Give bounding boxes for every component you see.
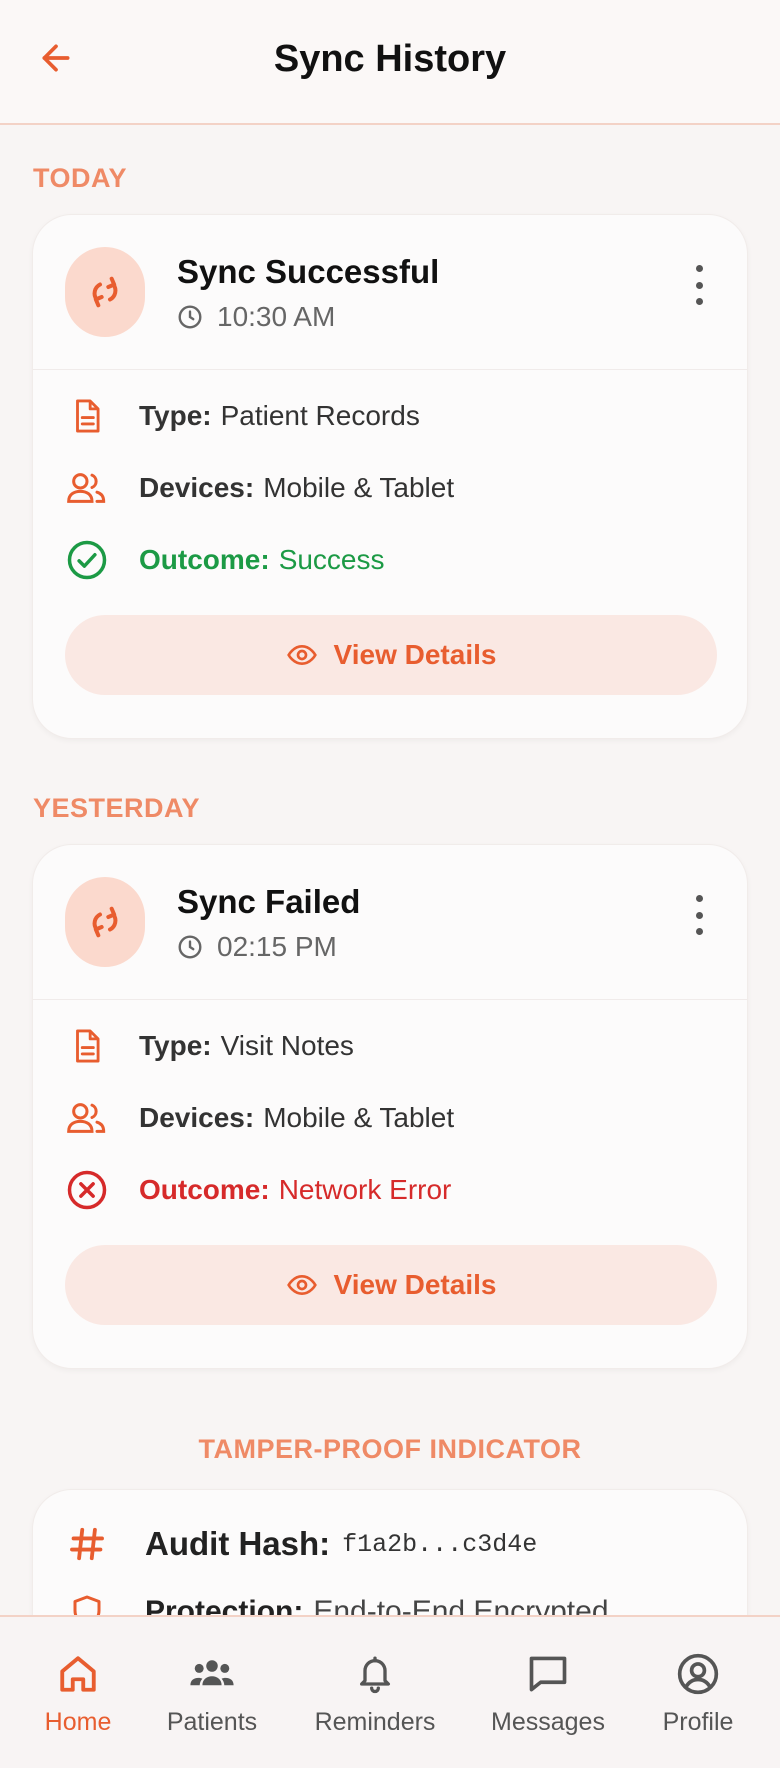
hash-icon (65, 1522, 109, 1566)
bell-icon (351, 1650, 399, 1698)
type-value: Patient Records (220, 400, 420, 431)
card-title: Sync Failed (177, 883, 361, 920)
time-text: 02:15 PM (217, 931, 337, 962)
time-text: 10:30 AM (217, 301, 336, 332)
devices-value: Mobile & Tablet (263, 472, 455, 503)
section-label-today: TODAY (33, 163, 128, 193)
protection-value: End-to-End Encrypted (313, 1595, 609, 1615)
view-details-label: View Details (333, 1269, 497, 1300)
eye-icon (286, 644, 317, 666)
nav-label: Messages (491, 1708, 605, 1736)
nav-home[interactable]: Home (18, 1617, 138, 1768)
nav-label: Reminders (314, 1708, 436, 1736)
users-icon (65, 1096, 109, 1140)
outcome-row: Outcome: Success (65, 535, 385, 585)
type-row: Type: Visit Notes (65, 1021, 354, 1071)
sync-icon (65, 877, 145, 967)
devices-value: Mobile & Tablet (263, 1102, 455, 1133)
sync-card-success: Sync Successful 10:30 AM Type: Patient R… (32, 214, 748, 739)
outcome-value: Success (278, 544, 385, 575)
view-details-label: View Details (333, 639, 497, 670)
users-icon (188, 1650, 236, 1698)
devices-label: Devices: (139, 1102, 255, 1133)
nav-label: Home (44, 1708, 112, 1736)
view-details-button[interactable]: View Details (65, 615, 717, 695)
protection-label: Protection: (145, 1595, 304, 1615)
card-header: Sync Failed 02:15 PM (33, 845, 747, 1000)
document-icon (65, 394, 109, 438)
chat-icon (524, 1650, 572, 1698)
tamper-proof-card: Audit Hash: f1a2b...c3d4e Protection: En… (32, 1489, 748, 1615)
card-header: Sync Successful 10:30 AM (33, 215, 747, 370)
user-circle-icon (674, 1650, 722, 1698)
type-value: Visit Notes (220, 1030, 354, 1061)
nav-profile[interactable]: Profile (648, 1617, 748, 1768)
eye-icon (286, 1274, 317, 1296)
card-time: 02:15 PM (177, 931, 337, 963)
protection-row: Protection: End-to-End Encrypted (65, 1590, 609, 1615)
section-label-tamper: TAMPER-PROOF INDICATOR (198, 1434, 582, 1464)
home-icon (54, 1650, 102, 1698)
clock-icon (178, 305, 202, 329)
nav-patients[interactable]: Patients (152, 1617, 272, 1768)
shield-icon (65, 1590, 109, 1615)
sync-history-list[interactable]: TODAY Sync Successful 10:30 AM Type: Pat… (0, 127, 780, 1615)
card-title: Sync Successful (177, 253, 440, 290)
devices-row: Devices: Mobile & Tablet (65, 463, 454, 513)
users-icon (65, 466, 109, 510)
check-circle-icon (65, 538, 109, 582)
sync-icon (65, 247, 145, 337)
nav-reminders[interactable]: Reminders (305, 1617, 445, 1768)
nav-messages[interactable]: Messages (478, 1617, 618, 1768)
bottom-navigation: Home Patients Reminders Messages Profile (0, 1615, 780, 1768)
type-label: Type: (139, 400, 212, 431)
clock-icon (178, 935, 202, 959)
devices-label: Devices: (139, 472, 255, 503)
page-title: Sync History (273, 38, 507, 80)
outcome-row: Outcome: Network Error (65, 1165, 451, 1215)
outcome-label: Outcome: (139, 544, 270, 575)
view-details-button[interactable]: View Details (65, 1245, 717, 1325)
outcome-value: Network Error (278, 1174, 452, 1205)
type-row: Type: Patient Records (65, 391, 420, 441)
more-options-button[interactable] (687, 265, 711, 305)
x-circle-icon (65, 1168, 109, 1212)
app-header: Sync History (0, 0, 780, 125)
audit-hash-value: f1a2b...c3d4e (342, 1529, 538, 1559)
sync-card-failed: Sync Failed 02:15 PM Type: Visit Notes D… (32, 844, 748, 1369)
audit-hash-row: Audit Hash: f1a2b...c3d4e (65, 1522, 537, 1566)
outcome-label: Outcome: (139, 1174, 270, 1205)
document-icon (65, 1024, 109, 1068)
section-label-yesterday: YESTERDAY (33, 793, 201, 823)
card-time: 10:30 AM (177, 301, 335, 333)
nav-label: Profile (662, 1708, 734, 1736)
nav-label: Patients (166, 1708, 258, 1736)
type-label: Type: (139, 1030, 212, 1061)
audit-hash-label: Audit Hash: (145, 1525, 331, 1562)
devices-row: Devices: Mobile & Tablet (65, 1093, 454, 1143)
more-options-button[interactable] (687, 895, 711, 935)
